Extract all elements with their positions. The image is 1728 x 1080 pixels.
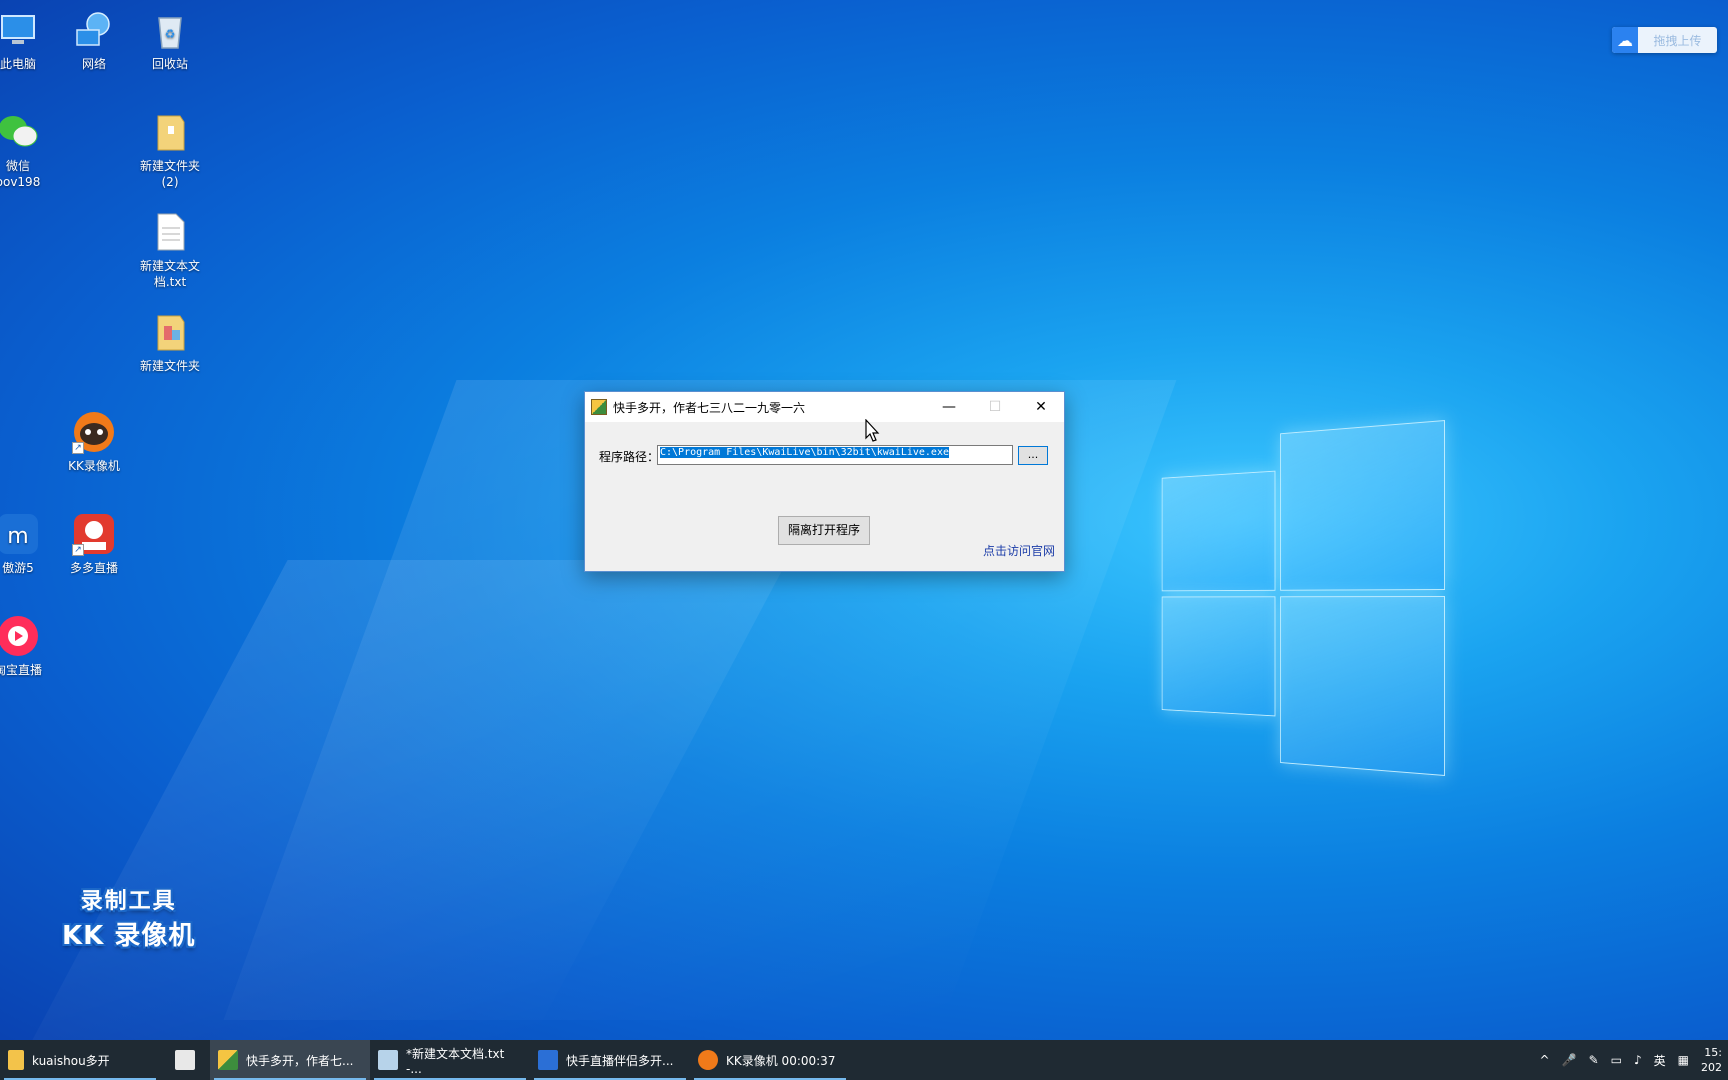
desktop-icon-duoduo-live[interactable]: ↗ 多多直播: [56, 512, 132, 576]
keyboard-icon[interactable]: ▦: [1678, 1053, 1689, 1067]
cloud-icon: ☁: [1612, 27, 1638, 53]
taskbar-item-multi-open[interactable]: 快手多开，作者七...: [210, 1040, 370, 1080]
shortcut-arrow-icon: ↗: [72, 544, 84, 556]
program-path-value: C:\Program Files\KwaiLive\bin\32bit\kwai…: [660, 447, 949, 458]
desktop-icon-label: 淘宝直播: [0, 663, 42, 677]
close-button[interactable]: ✕: [1018, 392, 1064, 422]
clock-time: 15:: [1704, 1046, 1722, 1059]
minimize-button[interactable]: —: [926, 392, 972, 422]
system-tray: ^ 🎤 ✎ ▭ ♪ 英 ▦ 15: 202: [1540, 1040, 1728, 1080]
desktop-icon-new-folder-2[interactable]: 新建文件夹 (2): [132, 110, 208, 190]
desktop-icon-label-line2: oov198: [0, 175, 41, 189]
app-icon: [591, 399, 607, 415]
desktop-icon-kk-recorder[interactable]: ↗ KK录像机: [56, 410, 132, 474]
desktop-icon-taobao-live[interactable]: 淘宝直播: [0, 614, 56, 678]
wechat-icon: [0, 110, 40, 154]
desktop-icon-label-line2: 档.txt: [153, 275, 187, 289]
desktop-icon-label: 此电脑: [0, 57, 36, 71]
desktop-icon-label: 傲游5: [2, 561, 34, 575]
desktop-icon-label: 新建文件夹: [139, 159, 200, 173]
network-icon[interactable]: ▭: [1611, 1053, 1622, 1067]
recycle-bin-icon: ♻: [148, 8, 192, 52]
desktop-icon-network[interactable]: 网络: [56, 8, 132, 72]
multi-open-dialog: 快手多开，作者七三八二一九零一六 — ☐ ✕ 程序路径： C:\Program …: [584, 391, 1065, 572]
taskbar: kuaishou多开 快手多开，作者七... *新建文本文档.txt -... …: [0, 1040, 1728, 1080]
desktop-icon-new-text-doc[interactable]: 新建文本文 档.txt: [132, 210, 208, 290]
desktop-icon-label: 多多直播: [69, 561, 118, 575]
taskbar-item-label: KK录像机 00:00:37: [726, 1053, 836, 1068]
svg-text:♻: ♻: [165, 27, 176, 41]
text-file-icon: [148, 210, 192, 254]
duoduo-live-icon: ↗: [72, 512, 116, 556]
desktop-icon-label: 回收站: [151, 57, 188, 71]
svg-text:m: m: [7, 524, 28, 549]
ime-indicator[interactable]: 英: [1654, 1052, 1666, 1069]
program-path-label: 程序路径：: [599, 450, 660, 464]
desktop-icon-label: 新建文件夹: [139, 359, 200, 373]
clock[interactable]: 15: 202: [1701, 1045, 1722, 1075]
taskbar-item-store[interactable]: [160, 1040, 210, 1080]
microphone-icon[interactable]: 🎤: [1562, 1053, 1577, 1067]
taskbar-item-notepad[interactable]: *新建文本文档.txt -...: [370, 1040, 530, 1080]
shortcut-arrow-icon: ↗: [72, 442, 84, 454]
isolated-open-button[interactable]: 隔离打开程序: [778, 516, 870, 545]
taskbar-item-label: 快手多开，作者七...: [246, 1053, 354, 1068]
desktop-icon-wechat[interactable]: 微信 oov198: [0, 110, 56, 190]
light-beam: [32, 560, 788, 1040]
upload-label: 拖拽上传: [1653, 33, 1702, 48]
drag-upload-widget[interactable]: ☁ 拖拽上传: [1612, 27, 1717, 53]
folder-icon: [148, 310, 192, 354]
desktop-icon-new-folder[interactable]: 新建文件夹: [132, 310, 208, 374]
app-icon: [218, 1050, 238, 1070]
browse-button[interactable]: ...: [1018, 446, 1048, 465]
live-companion-icon: [538, 1050, 558, 1070]
taskbar-item-label: 快手直播伴侣多开...: [566, 1053, 674, 1068]
maxthon-icon: m: [0, 512, 40, 556]
desktop-icon-label: 网络: [81, 57, 106, 71]
taskbar-item-label: kuaishou多开: [32, 1053, 110, 1068]
kk-recorder-icon: [698, 1050, 718, 1070]
taobao-live-icon: [0, 614, 40, 658]
windows-logo: [1161, 420, 1445, 780]
maximize-button: ☐: [988, 399, 1002, 415]
taskbar-item-live-companion[interactable]: 快手直播伴侣多开...: [530, 1040, 690, 1080]
program-path-input[interactable]: C:\Program Files\KwaiLive\bin\32bit\kwai…: [657, 445, 1013, 465]
folder-icon: [8, 1050, 24, 1070]
official-site-link[interactable]: 点击访问官网: [983, 542, 1055, 559]
desktop-icon-maxthon[interactable]: m 傲游5: [0, 512, 56, 576]
computer-icon: [0, 8, 40, 52]
chevron-up-icon[interactable]: ^: [1540, 1053, 1550, 1067]
desktop-icon-label-line2: (2): [161, 175, 179, 189]
recorder-watermark: 录制工具 KK 录像机: [62, 883, 195, 952]
dialog-title: 快手多开，作者七三八二一九零一六: [613, 400, 806, 415]
desktop-icon-recycle-bin[interactable]: ♻ 回收站: [132, 8, 208, 72]
dialog-titlebar[interactable]: 快手多开，作者七三八二一九零一六 — ☐ ✕: [585, 392, 1064, 422]
volume-icon[interactable]: ♪: [1634, 1053, 1642, 1067]
desktop-icon-label: 微信: [5, 159, 30, 173]
desktop-icon-label: 新建文本文: [139, 259, 200, 273]
notepad-icon: [378, 1050, 398, 1070]
desktop-icon-this-pc[interactable]: 此电脑: [0, 8, 56, 72]
desktop-icon-label: KK录像机: [68, 459, 120, 473]
watermark-line2: KK 录像机: [62, 921, 196, 951]
pen-icon[interactable]: ✎: [1589, 1053, 1599, 1067]
taskbar-item-explorer[interactable]: kuaishou多开: [0, 1040, 160, 1080]
network-icon: [72, 8, 116, 52]
clock-date: 202: [1701, 1061, 1722, 1074]
taskbar-item-kk-recorder[interactable]: KK录像机 00:00:37: [690, 1040, 850, 1080]
folder-icon: [148, 110, 192, 154]
taskbar-item-label: *新建文本文档.txt -...: [406, 1046, 505, 1076]
kk-recorder-icon: ↗: [72, 410, 116, 454]
store-icon: [175, 1050, 195, 1070]
watermark-line1: 录制工具: [80, 889, 177, 914]
